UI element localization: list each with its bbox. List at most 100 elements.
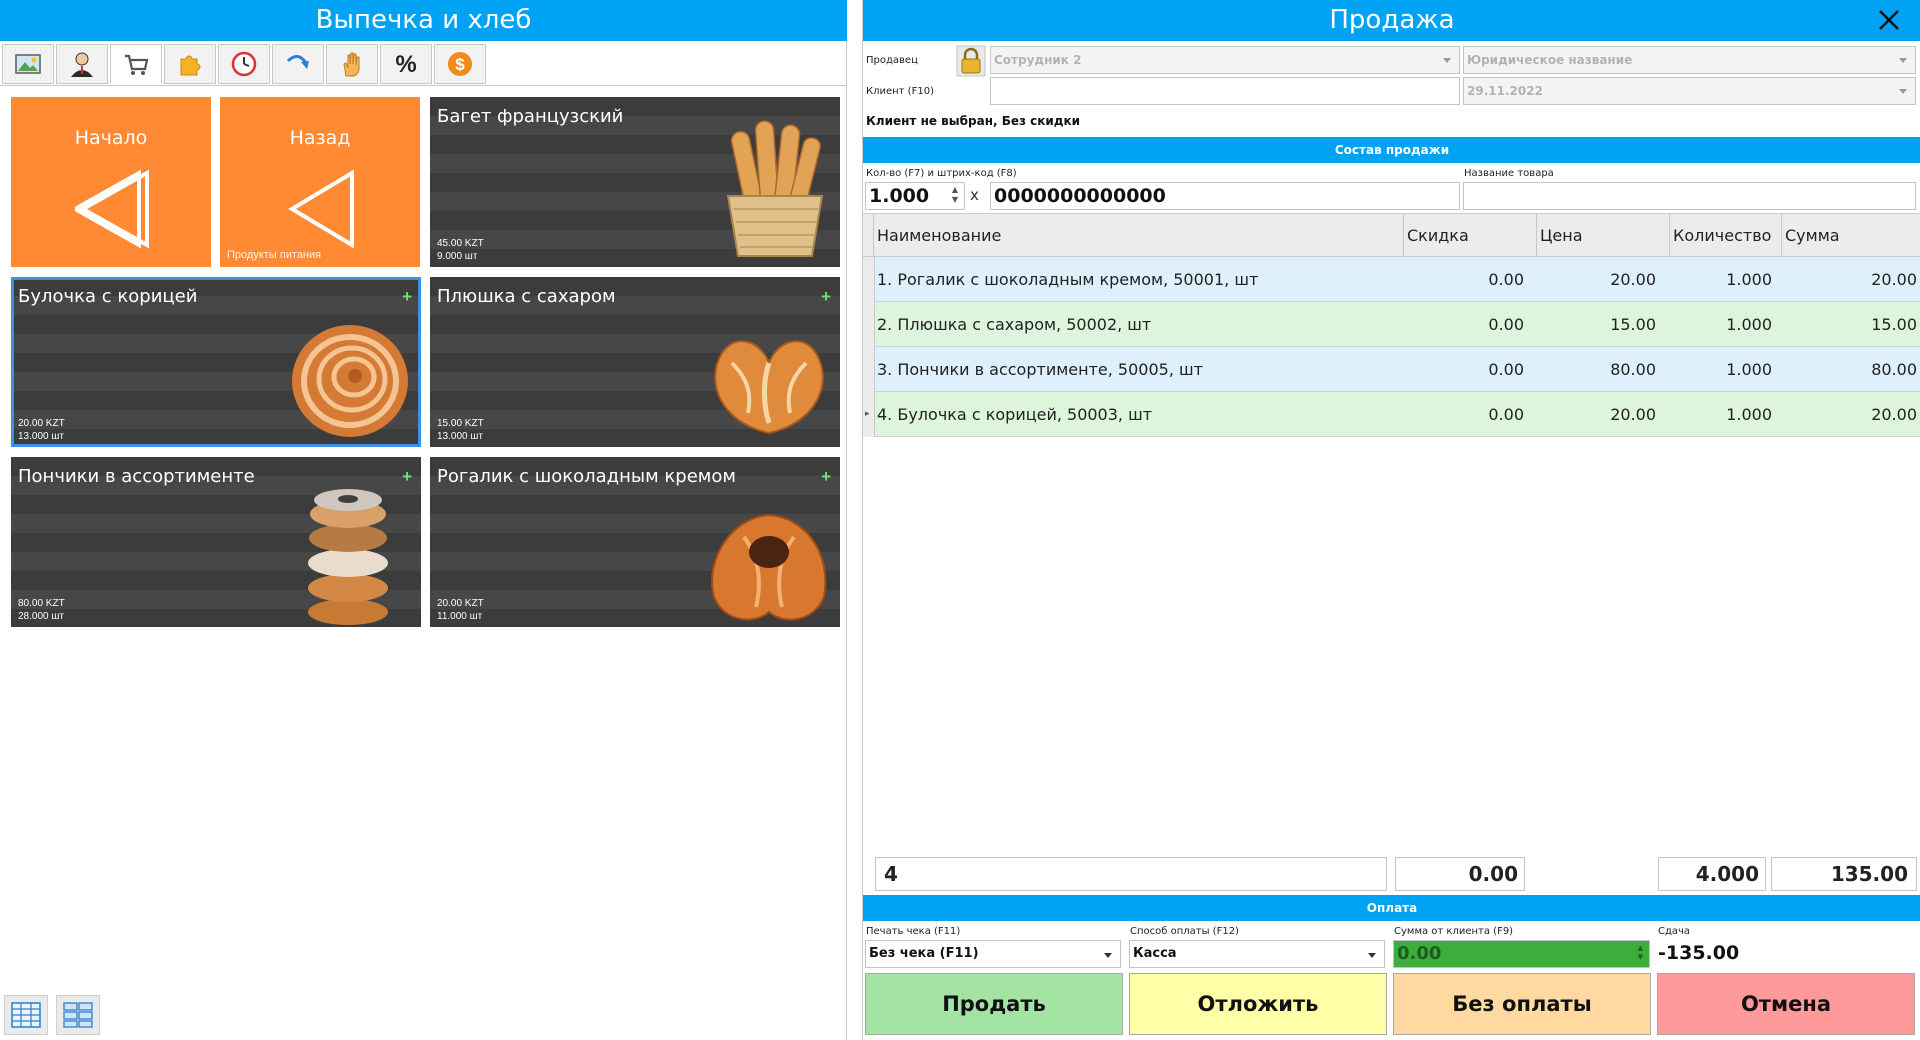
percent-icon[interactable]: % <box>380 44 432 84</box>
column-header-quantity[interactable]: Количество <box>1669 214 1781 257</box>
client-status: Клиент не выбран, Без скидки <box>866 114 1081 128</box>
lock-icon[interactable] <box>956 45 986 77</box>
legal-name-placeholder: Юридическое название <box>1467 53 1633 67</box>
cell-price: 15.00 <box>1610 315 1656 334</box>
product-tile[interactable]: Пончики в ассортименте + 80.00 KZT 28.00… <box>11 457 421 627</box>
column-header-sum[interactable]: Сумма <box>1781 214 1920 257</box>
cell-name: 1. Рогалик с шоколадным кремом, 50001, ш… <box>877 270 1259 289</box>
parent-category-label: Продукты питания <box>227 249 322 261</box>
product-tile[interactable]: Рогалик с шоколадным кремом + 20.00 KZT … <box>430 457 840 627</box>
sale-panel: Продажа Продавец Сотрудник 2 Юридическое… <box>862 0 1920 1040</box>
change-value: -135.00 <box>1658 942 1740 964</box>
stepper-arrows-icon[interactable]: ▲ ▼ <box>1638 944 1643 962</box>
payment-method-value: Касса <box>1133 946 1177 961</box>
table-row[interactable]: ▸ 4. Булочка с корицей, 50003, шт 0.00 2… <box>863 392 1920 437</box>
sell-button[interactable]: Продать <box>865 973 1123 1035</box>
back-tile-label: Назад <box>289 127 351 149</box>
total-count: 4 <box>875 857 1387 891</box>
client-sum-value: 0.00 <box>1397 943 1442 964</box>
cart-icon[interactable] <box>110 44 162 84</box>
product-name: Булочка с корицей <box>18 286 198 307</box>
category-title: Выпечка и хлеб <box>0 0 847 41</box>
product-tile[interactable]: Багет французский 45.00 KZT 9.000 шт <box>430 97 840 267</box>
cell-quantity: 1.000 <box>1726 360 1772 379</box>
sale-title: Продажа <box>863 0 1920 41</box>
barcode-input[interactable]: 0000000000000 <box>990 182 1460 210</box>
totals-row: 4 0.00 4.000 135.00 <box>863 853 1920 895</box>
stepper-arrows-icon[interactable]: ▲ ▼ <box>952 185 958 205</box>
payment-header: Оплата <box>863 895 1920 921</box>
client-sum-input[interactable]: 0.00 ▲ ▼ <box>1393 940 1650 968</box>
product-price: 20.00 KZT <box>18 418 65 429</box>
chevron-down-icon <box>1899 58 1907 63</box>
sale-composition-header: Состав продажи <box>863 137 1920 163</box>
back-tile[interactable]: Назад Продукты питания <box>220 97 420 267</box>
cell-discount: 0.00 <box>1488 270 1524 289</box>
close-icon[interactable] <box>1874 5 1904 35</box>
product-tile[interactable]: Булочка с корицей + 20.00 KZT 13.000 шт <box>11 277 421 447</box>
cancel-button[interactable]: Отмена <box>1657 973 1915 1035</box>
puzzle-icon[interactable] <box>164 44 216 84</box>
date-select[interactable]: 29.11.2022 <box>1463 77 1916 105</box>
no-payment-button[interactable]: Без оплаты <box>1393 973 1651 1035</box>
cell-discount: 0.00 <box>1488 315 1524 334</box>
add-icon[interactable]: + <box>402 467 412 487</box>
chevron-down-icon <box>1443 58 1451 63</box>
product-price: 80.00 KZT <box>18 598 65 609</box>
column-header-price[interactable]: Цена <box>1536 214 1669 257</box>
column-header-name[interactable]: Наименование <box>873 214 1403 257</box>
redo-arrow-icon[interactable] <box>272 44 324 84</box>
change-label: Сдача <box>1658 926 1691 937</box>
chevron-down-icon <box>1899 89 1907 94</box>
cell-sum: 15.00 <box>1871 315 1917 334</box>
table-header: Наименование Скидка Цена Количество Сумм… <box>863 214 1920 257</box>
quantity-stepper[interactable]: 1.000 ▲ ▼ <box>865 182 965 210</box>
home-tile[interactable]: Начало <box>11 97 211 267</box>
table-row[interactable]: 3. Пончики в ассортименте, 50005, шт 0.0… <box>863 347 1920 392</box>
row-indicator: ▸ <box>863 392 875 437</box>
product-name: Рогалик с шоколадным кремом <box>437 466 736 487</box>
payment-method-select[interactable]: Касса <box>1129 940 1385 968</box>
user-icon[interactable] <box>56 44 108 84</box>
cell-name: 2. Плюшка с сахаром, 50002, шт <box>877 315 1152 334</box>
svg-text:%: % <box>395 51 416 78</box>
tiles-view-icon[interactable] <box>56 995 100 1035</box>
legal-name-select[interactable]: Юридическое название <box>1463 46 1916 74</box>
hand-icon[interactable] <box>326 44 378 84</box>
table-row[interactable]: 1. Рогалик с шоколадным кремом, 50001, ш… <box>863 257 1920 302</box>
total-sum: 135.00 <box>1771 857 1917 891</box>
product-price: 15.00 KZT <box>437 418 484 429</box>
table-view-icon[interactable] <box>4 995 48 1035</box>
add-icon[interactable]: + <box>402 287 412 307</box>
product-stock: 28.000 шт <box>18 611 64 622</box>
product-tile[interactable]: Плюшка с сахаром + 15.00 KZT 13.000 шт <box>430 277 840 447</box>
product-price: 45.00 KZT <box>437 238 484 249</box>
cinnamon-roll-image <box>292 325 408 437</box>
cell-quantity: 1.000 <box>1726 405 1772 424</box>
cell-discount: 0.00 <box>1488 360 1524 379</box>
cell-price: 20.00 <box>1610 270 1656 289</box>
product-stock: 9.000 шт <box>437 251 478 262</box>
dollar-icon[interactable]: $ <box>434 44 486 84</box>
multiply-sign: x <box>970 186 979 204</box>
client-sum-label: Сумма от клиента (F9) <box>1394 926 1514 937</box>
product-name-label: Название товара <box>1464 168 1554 179</box>
seller-select-value: Сотрудник 2 <box>994 53 1082 67</box>
add-icon[interactable]: + <box>821 287 831 307</box>
product-stock: 11.000 шт <box>437 611 483 622</box>
client-field[interactable] <box>990 77 1460 105</box>
clock-icon[interactable] <box>218 44 270 84</box>
column-header-discount[interactable]: Скидка <box>1403 214 1536 257</box>
product-name-input[interactable] <box>1463 182 1916 210</box>
baguette-basket-image <box>726 120 824 257</box>
image-icon[interactable] <box>2 44 54 84</box>
chevron-down-icon <box>1104 953 1112 958</box>
back-arrow-icon <box>75 169 149 249</box>
postpone-button[interactable]: Отложить <box>1129 973 1387 1035</box>
receipt-select[interactable]: Без чека (F11) <box>865 940 1121 968</box>
table-row[interactable]: 2. Плюшка с сахаром, 50002, шт 0.00 15.0… <box>863 302 1920 347</box>
seller-select[interactable]: Сотрудник 2 <box>990 46 1460 74</box>
row-indicator <box>863 257 875 302</box>
add-icon[interactable]: + <box>821 467 831 487</box>
receipt-label: Печать чека (F11) <box>866 926 961 937</box>
